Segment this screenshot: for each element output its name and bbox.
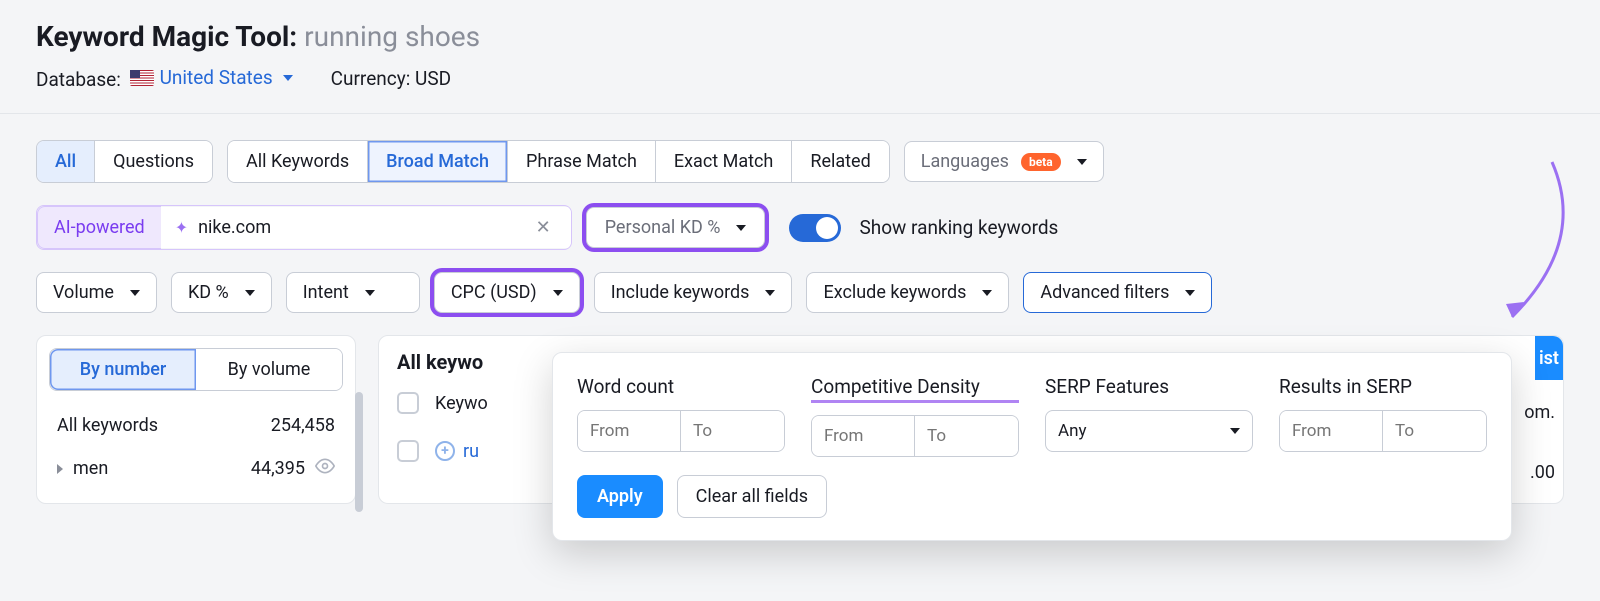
chevron-down-icon: [130, 290, 140, 296]
scrollbar[interactable]: [355, 392, 363, 512]
word-count-from[interactable]: [578, 411, 681, 451]
keyword-text: ru: [463, 441, 479, 462]
chevron-down-icon: [765, 290, 775, 296]
question-toggle-group: All Questions: [36, 140, 213, 183]
clear-input-icon[interactable]: ✕: [530, 217, 557, 238]
all-keywords-label: All keywords: [57, 415, 158, 436]
select-all-checkbox[interactable]: [397, 392, 419, 414]
chevron-down-icon: [1077, 159, 1087, 165]
all-keywords-row[interactable]: All keywords 254,458: [49, 405, 343, 446]
chevron-down-icon: [553, 290, 563, 296]
match-type-group: All Keywords Broad Match Phrase Match Ex…: [227, 140, 890, 183]
languages-dropdown[interactable]: Languages beta: [904, 141, 1104, 182]
tab-by-number[interactable]: By number: [50, 349, 196, 390]
row-checkbox[interactable]: [397, 440, 419, 462]
query-text: running shoes: [304, 20, 480, 53]
all-keywords-count: 254,458: [271, 415, 335, 436]
keyword-groups-panel: By number By volume All keywords 254,458…: [36, 335, 356, 504]
tab-phrase-match[interactable]: Phrase Match: [508, 141, 656, 182]
competitive-density-filter: Competitive Density: [811, 375, 1019, 457]
clear-all-button[interactable]: Clear all fields: [677, 475, 827, 518]
group-men-row[interactable]: men 44,395: [49, 446, 343, 491]
keyword-row[interactable]: + ru: [435, 441, 479, 462]
word-count-to[interactable]: [681, 411, 784, 451]
advanced-filters[interactable]: Advanced filters: [1023, 272, 1212, 313]
col-keyword-header[interactable]: Keywo: [435, 393, 488, 414]
personal-kd-dropdown[interactable]: Personal KD %: [586, 207, 766, 248]
currency-label: Currency: USD: [331, 68, 451, 90]
show-ranking-label: Show ranking keywords: [859, 216, 1058, 239]
chevron-down-icon: [283, 75, 293, 81]
serp-features-label: SERP Features: [1045, 375, 1253, 398]
side-sort-tabs: By number By volume: [49, 348, 343, 391]
us-flag-icon: [130, 70, 154, 86]
tab-all[interactable]: All: [37, 141, 95, 182]
cpc-filter[interactable]: CPC (USD): [434, 272, 580, 313]
personal-kd-label: Personal KD %: [605, 217, 721, 238]
tab-by-volume[interactable]: By volume: [196, 349, 342, 390]
tab-questions[interactable]: Questions: [95, 141, 212, 182]
database-block: Database: United States: [36, 67, 293, 91]
results-in-serp-filter: Results in SERP: [1279, 375, 1487, 457]
chevron-down-icon: [365, 290, 375, 296]
eye-icon[interactable]: [315, 456, 335, 481]
chevron-down-icon: [245, 290, 255, 296]
tab-all-keywords[interactable]: All Keywords: [228, 141, 368, 182]
chevron-right-icon: [57, 464, 63, 474]
add-to-list-button[interactable]: ist: [1535, 336, 1563, 380]
database-value: United States: [160, 67, 273, 89]
results-serp-from[interactable]: [1280, 411, 1383, 451]
truncated-value: .00: [1530, 462, 1555, 483]
chevron-down-icon: [1230, 428, 1240, 434]
competitive-density-label: Competitive Density: [811, 375, 1019, 403]
languages-label: Languages: [921, 151, 1009, 172]
results-in-serp-label: Results in SERP: [1279, 375, 1487, 398]
beta-badge: beta: [1021, 153, 1061, 171]
truncated-col-suffix: om.: [1524, 402, 1555, 423]
advanced-filters-popover: Word count Competitive Density SERP Feat…: [552, 352, 1512, 541]
show-ranking-toggle[interactable]: [789, 214, 841, 242]
include-keywords-filter[interactable]: Include keywords: [594, 272, 793, 313]
volume-filter[interactable]: Volume: [36, 272, 157, 313]
tab-broad-match[interactable]: Broad Match: [368, 141, 508, 182]
ai-domain-input[interactable]: [198, 217, 520, 238]
tab-related[interactable]: Related: [792, 141, 888, 182]
intent-filter[interactable]: Intent: [286, 272, 420, 313]
group-men-label: men: [73, 458, 108, 479]
database-select[interactable]: United States: [130, 67, 293, 89]
page-title: Keyword Magic Tool: running shoes: [36, 20, 1564, 53]
serp-features-value: Any: [1058, 421, 1087, 441]
competitive-density-from[interactable]: [812, 416, 915, 456]
word-count-filter: Word count: [577, 375, 785, 457]
add-icon[interactable]: +: [435, 441, 455, 461]
database-label: Database:: [36, 68, 121, 91]
tab-exact-match[interactable]: Exact Match: [656, 141, 792, 182]
ai-powered-chip: AI-powered: [37, 206, 161, 249]
serp-features-select[interactable]: Any: [1045, 410, 1253, 452]
ai-domain-input-wrap: AI-powered ✦ ✕: [36, 205, 572, 250]
chevron-down-icon: [736, 225, 746, 231]
word-count-label: Word count: [577, 375, 785, 398]
exclude-keywords-filter[interactable]: Exclude keywords: [806, 272, 1009, 313]
kd-filter[interactable]: KD %: [171, 272, 272, 313]
sparkle-icon: ✦: [175, 218, 188, 237]
competitive-density-to[interactable]: [915, 416, 1018, 456]
results-serp-to[interactable]: [1383, 411, 1486, 451]
apply-button[interactable]: Apply: [577, 475, 663, 518]
group-men-count: 44,395: [251, 458, 305, 479]
tool-name: Keyword Magic Tool:: [36, 20, 297, 53]
chevron-down-icon: [982, 290, 992, 296]
chevron-down-icon: [1185, 290, 1195, 296]
serp-features-filter: SERP Features Any: [1045, 375, 1253, 457]
